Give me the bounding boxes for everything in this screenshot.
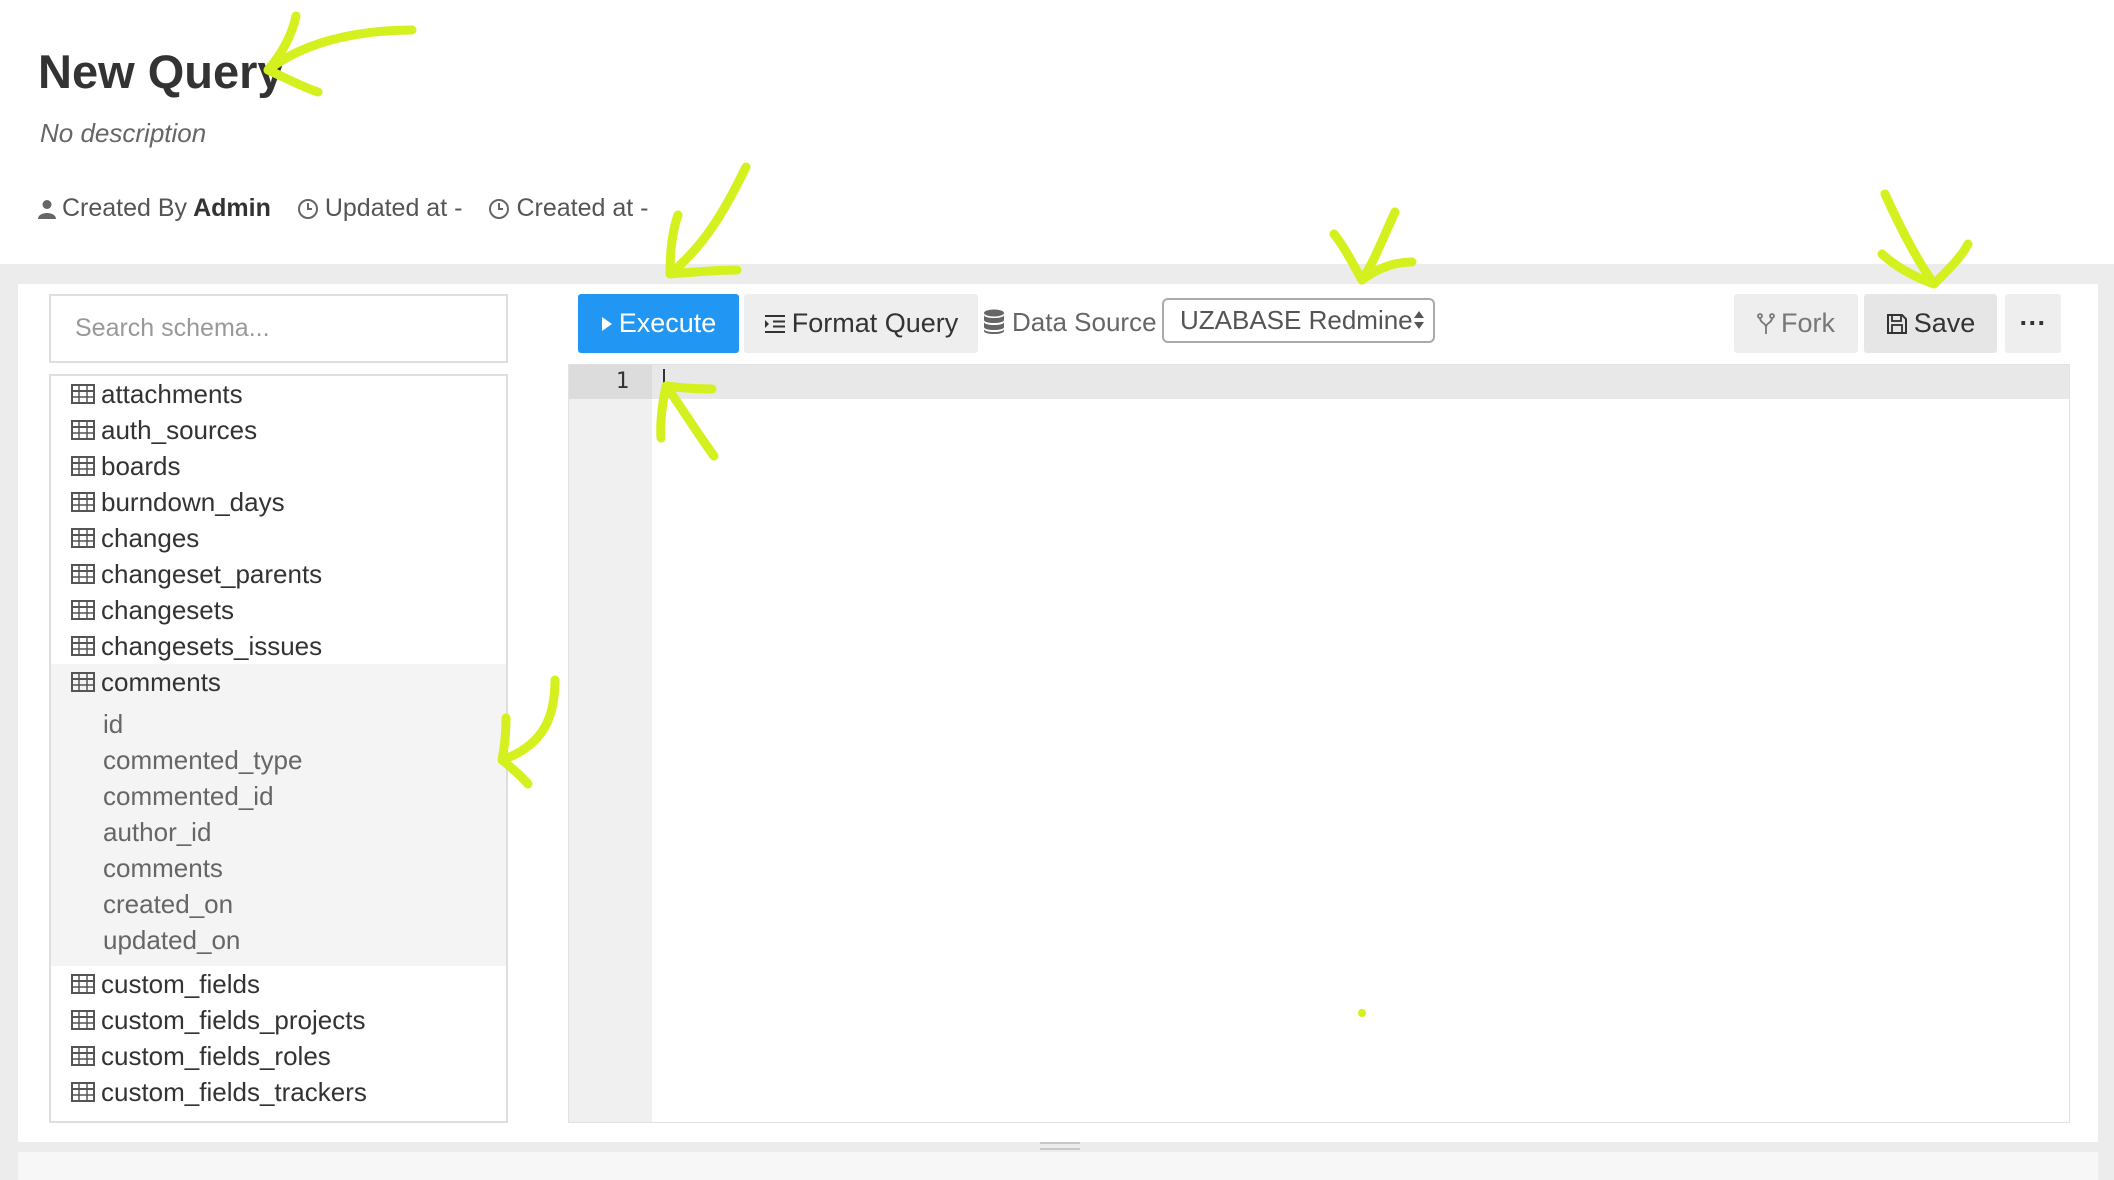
data-source-select[interactable]: UZABASE Redmine [1162,298,1435,343]
data-source-label: Data Source [983,302,1157,342]
editor-active-line[interactable] [652,365,2069,399]
editor-gutter [569,365,652,1122]
table-icon [71,636,95,656]
table-name: custom_fields_trackers [101,1076,367,1107]
table-icon [71,974,95,994]
table-icon [71,492,95,512]
table-name: burndown_days [101,486,285,517]
clock-icon [297,198,318,219]
column-item[interactable]: id [51,706,506,742]
results-panel [18,1152,2098,1180]
column-item[interactable]: commented_type [51,742,506,778]
save-label: Save [1913,308,1976,338]
table-name: custom_fields_roles [101,1040,331,1071]
created-by-label: Created By [62,194,188,222]
table-name: changes [101,522,200,553]
floppy-disk-icon [1886,313,1907,334]
table-item[interactable]: changesets [51,592,506,628]
table-item[interactable]: changes [51,520,506,556]
schema-search-input[interactable]: Search schema... [49,294,508,363]
table-item[interactable]: changesets_issues [51,628,506,664]
table-name: attachments [101,378,243,409]
table-name: comments [101,666,221,697]
data-source-text: Data Source [1012,306,1157,337]
column-item[interactable]: updated_on [51,922,506,958]
created-by: Created By Admin [38,194,271,223]
database-icon [984,309,1004,334]
execute-button[interactable]: Execute [578,294,739,353]
table-item[interactable]: custom_fields_projects [51,1002,506,1038]
table-icon [71,672,95,692]
table-icon [71,420,95,440]
table-icon [71,564,95,584]
format-query-label: Format Query [791,308,959,338]
fork-button[interactable]: Fork [1734,294,1858,353]
table-icon [71,384,95,404]
fork-icon [1757,312,1775,334]
table-name: changesets_issues [101,630,323,661]
query-header: New Query No description Created By Admi… [0,0,2114,264]
table-name: custom_fields [101,968,260,999]
query-description[interactable]: No description [40,118,206,149]
table-icon [71,456,95,476]
indent-icon [764,314,785,333]
table-icon [71,1010,95,1030]
table-icon [71,528,95,548]
select-arrows-icon [1413,308,1425,332]
page-title[interactable]: New Query [38,44,284,99]
text-cursor [663,369,665,395]
column-item[interactable]: comments [51,850,506,886]
more-options-button[interactable]: ··· [2005,294,2061,353]
table-item-comments[interactable]: comments [51,664,506,700]
table-name: auth_sources [101,414,258,445]
column-item[interactable]: commented_id [51,778,506,814]
save-button[interactable]: Save [1864,294,1997,353]
line-number: 1 [615,369,629,394]
created-at: Created at - [488,194,648,223]
table-icon [71,1082,95,1102]
table-item[interactable]: changeset_parents [51,556,506,592]
created-at-text: Created at - [516,194,649,222]
created-by-user: Admin [193,194,271,222]
data-source-value: UZABASE Redmine [1180,305,1413,335]
table-item[interactable]: custom_fields_trackers [51,1074,506,1110]
table-item[interactable]: custom_fields [51,966,506,1002]
column-item[interactable]: author_id [51,814,506,850]
execute-label: Execute [618,308,717,338]
column-list: id commented_type commented_id author_id com… [51,700,506,966]
updated-at: Updated at - [297,194,463,223]
column-item[interactable]: created_on [51,886,506,922]
table-name: changesets [101,594,234,625]
play-icon [601,316,612,331]
schema-tree[interactable]: attachments auth_sourcesboards burndown_da… [49,374,508,1123]
table-item[interactable]: burndown_days [51,484,506,520]
resize-handle[interactable] [1040,1142,1080,1154]
clock-icon [489,198,510,219]
table-item[interactable]: boards [51,448,506,484]
sql-editor[interactable]: 1 [568,364,2070,1123]
user-icon [38,199,56,219]
table-item[interactable]: custom_fields_roles [51,1038,506,1074]
table-item[interactable]: attachments [51,376,506,412]
table-name: boards [101,450,181,481]
table-name: custom_fields_projects [101,1004,366,1035]
table-icon [71,1046,95,1066]
table-name: changeset_parents [101,558,323,589]
updated-at-text: Updated at - [324,194,463,222]
format-query-button[interactable]: Format Query [744,294,978,353]
fork-label: Fork [1781,308,1835,338]
table-item[interactable]: auth_sources [51,412,506,448]
table-icon [71,600,95,620]
query-meta: Created By Admin Updated at - Created at… [38,194,674,223]
